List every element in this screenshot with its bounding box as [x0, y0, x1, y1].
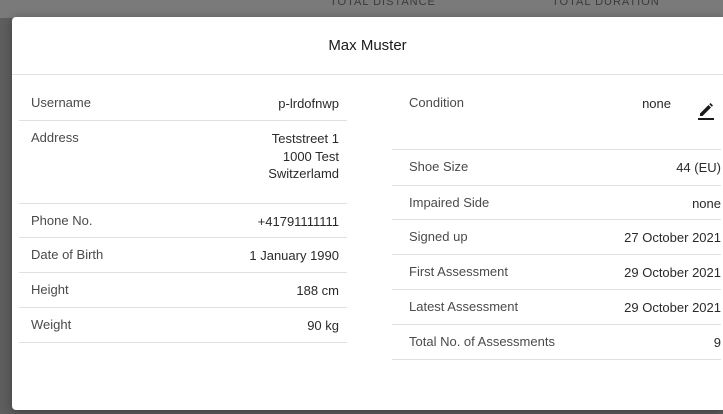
modal-title: Max Muster: [328, 37, 407, 54]
weight-label: Weight: [31, 317, 72, 332]
signed-up-label: Signed up: [409, 229, 468, 244]
address-line-3: Switzerlamd: [268, 166, 339, 181]
username-label: Username: [31, 95, 91, 110]
shoe-size-label: Shoe Size: [409, 159, 469, 174]
height-value: 188 cm: [296, 283, 339, 298]
phone-label: Phone No.: [31, 213, 93, 228]
condition-row: Condition none: [392, 86, 721, 150]
background-stats-strip: TOTAL DISTANCE TOTAL DURATION: [0, 0, 723, 18]
height-row: Height 188 cm: [19, 273, 347, 308]
date-of-birth-value: 1 January 1990: [249, 248, 339, 263]
total-duration-label: TOTAL DURATION: [552, 0, 660, 8]
date-of-birth-label: Date of Birth: [31, 247, 104, 262]
total-assessments-row: Total No. of Assessments 9: [392, 325, 721, 360]
total-distance-label: TOTAL DISTANCE: [330, 0, 436, 8]
latest-assessment-row: Latest Assessment 29 October 2021: [392, 290, 721, 325]
phone-row: Phone No. +41791111111: [19, 204, 347, 238]
address-line-2: 1000 Test: [282, 148, 339, 164]
assessment-info-column: Condition none Shoe Size 44 (EU) Impaire…: [392, 86, 721, 360]
first-assessment-label: First Assessment: [409, 264, 508, 279]
condition-value: none: [642, 96, 671, 111]
latest-assessment-label: Latest Assessment: [409, 299, 519, 314]
first-assessment-row: First Assessment 29 October 2021: [392, 255, 721, 290]
address-value: Teststreet 1 1000 Test Switzerlamd: [268, 130, 339, 183]
signed-up-value: 27 October 2021: [624, 230, 721, 245]
latest-assessment-value: 29 October 2021: [624, 300, 721, 315]
impaired-side-label: Impaired Side: [409, 195, 490, 210]
patient-details-modal: Max Muster Username p-lrdofnwp Address T…: [12, 17, 723, 410]
total-assessments-value: 9: [713, 335, 721, 350]
modal-header: Max Muster: [12, 17, 723, 75]
signed-up-row: Signed up 27 October 2021: [392, 220, 721, 255]
address-label: Address: [31, 130, 79, 145]
address-line-1: Teststreet 1: [271, 131, 339, 146]
username-row: Username p-lrdofnwp: [19, 86, 347, 121]
weight-value: 90 kg: [307, 318, 339, 333]
first-assessment-value: 29 October 2021: [624, 265, 721, 280]
phone-value: +41791111111: [257, 214, 339, 229]
weight-row: Weight 90 kg: [19, 308, 347, 343]
username-value: p-lrdofnwp: [278, 96, 339, 111]
address-row: Address Teststreet 1 1000 Test Switzerla…: [19, 121, 347, 204]
shoe-size-row: Shoe Size 44 (EU): [392, 150, 721, 186]
personal-info-column: Username p-lrdofnwp Address Teststreet 1…: [19, 86, 347, 343]
total-assessments-label: Total No. of Assessments: [409, 334, 555, 349]
date-of-birth-row: Date of Birth 1 January 1990: [19, 238, 347, 273]
shoe-size-value: 44 (EU): [676, 160, 721, 175]
condition-label: Condition: [409, 95, 464, 110]
height-label: Height: [31, 282, 69, 297]
impaired-side-row: Impaired Side none: [392, 186, 721, 220]
pencil-icon[interactable]: [695, 100, 717, 120]
impaired-side-value: none: [692, 196, 721, 211]
